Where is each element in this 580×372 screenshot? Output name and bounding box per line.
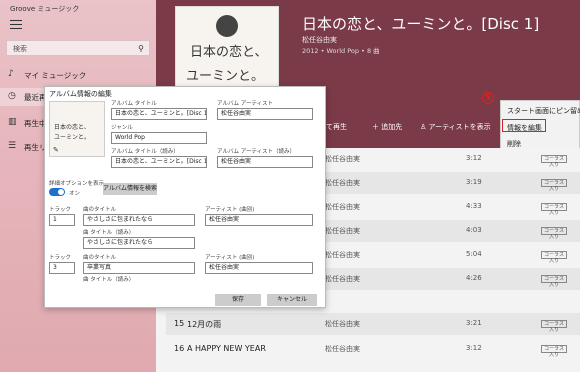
- clock-icon: ◷: [8, 91, 16, 101]
- track-title: A HAPPY NEW YEAR: [187, 344, 266, 353]
- dialog-title: アルバム情報の編集: [49, 90, 112, 98]
- song-title-label: 曲のタイトル: [83, 255, 117, 261]
- track-badge: コーラス入り: [541, 203, 567, 216]
- song-title-field[interactable]: 卒業写真: [83, 262, 195, 274]
- cancel-button[interactable]: キャンセル: [267, 294, 317, 306]
- save-button[interactable]: 保存: [215, 294, 261, 306]
- track-badge: コーラス入り: [541, 320, 567, 333]
- track-artist-field[interactable]: 松任谷由実: [205, 262, 313, 274]
- song-title-reading-label: 曲 タイトル（読み）: [83, 277, 135, 283]
- thumbnail-text-line2: ユーミンと。: [54, 134, 91, 141]
- track-badge: コーラス入り: [541, 251, 567, 264]
- track-artist-label: アーティスト (曲別): [205, 207, 255, 213]
- song-title-field[interactable]: やさしさに包まれたなら: [83, 214, 195, 226]
- album-meta: 2012 • World Pop • 8 曲: [302, 47, 380, 55]
- song-title-reading-field[interactable]: やさしさに包まれたなら: [83, 237, 195, 249]
- genre-label: ジャンル: [111, 125, 133, 131]
- album-artist-field[interactable]: 松任谷由実: [217, 108, 313, 120]
- track-duration: 4:03: [466, 226, 482, 234]
- table-row[interactable]: 16 A HAPPY NEW YEAR 松任谷由実 3:12 コーラス入り: [166, 338, 580, 360]
- highlight-box: [502, 119, 546, 132]
- track-number-label: トラック: [49, 255, 72, 261]
- step-number-badge: 5: [482, 92, 494, 104]
- table-row[interactable]: 15 12月の雨 松任谷由実 3:21 コーラス入り: [166, 313, 580, 335]
- track-duration: 4:33: [466, 202, 482, 210]
- track-number: 15: [174, 319, 185, 328]
- edit-album-info-dialog: アルバム情報の編集 日本の恋と、 ユーミンと。 ✎ アルバム タイトル 日本の恋…: [44, 86, 326, 308]
- album-artist-reading-field[interactable]: 松任谷由実: [217, 156, 313, 168]
- track-artist-label: アーティスト (曲別): [205, 255, 255, 261]
- track-duration: 3:19: [466, 178, 482, 186]
- track-number-label: トラック: [49, 207, 72, 213]
- album-title-reading-field[interactable]: 日本の恋と、ユーミンと。[Disc 1]: [111, 156, 207, 168]
- album-title-field[interactable]: 日本の恋と、ユーミンと。[Disc 1]: [111, 108, 207, 120]
- song-title-label: 曲のタイトル: [83, 207, 117, 213]
- hamburger-menu-icon[interactable]: [10, 20, 22, 30]
- toggle-state-label: オン: [69, 191, 81, 197]
- menu-item-pin-to-start[interactable]: スタート画面にピン留め: [507, 106, 580, 116]
- sidebar-item-my-music[interactable]: ♪ マイ ミュージック: [0, 66, 156, 84]
- track-title: 12月の雨: [187, 320, 222, 329]
- album-thumbnail[interactable]: 日本の恋と、 ユーミンと。 ✎: [49, 101, 105, 157]
- song-title-reading-label: 曲 タイトル（読み）: [83, 230, 135, 236]
- advanced-options-label: 詳細オプションを表示: [49, 181, 105, 187]
- track-duration: 3:12: [466, 154, 482, 162]
- search-icon[interactable]: ⚲: [138, 44, 144, 53]
- search-placeholder: 検索: [13, 45, 27, 53]
- track-badge: コーラス入り: [541, 275, 567, 288]
- track-artist: 松任谷由実: [325, 345, 360, 353]
- album-title: 日本の恋と、ユーミンと。[Disc 1]: [302, 15, 540, 33]
- add-to-button[interactable]: ＋ 追加先: [372, 122, 402, 132]
- edit-pencil-icon[interactable]: ✎: [53, 146, 59, 154]
- track-duration: 4:26: [466, 274, 482, 282]
- genre-field[interactable]: World Pop: [111, 132, 207, 144]
- track-badge: コーラス入り: [541, 345, 567, 358]
- search-input[interactable]: 検索 ⚲: [6, 40, 150, 56]
- list-icon: ☰: [8, 141, 17, 151]
- sidebar-item-label: マイ ミュージック: [24, 71, 87, 80]
- more-options-button[interactable]: ···: [484, 122, 491, 130]
- track-artist: 松任谷由実: [325, 155, 360, 163]
- album-title-reading-label: アルバム タイトル（読み）: [111, 149, 179, 155]
- track-number-field[interactable]: 1: [49, 214, 75, 226]
- track-duration: 3:21: [466, 319, 482, 327]
- track-artist: 松任谷由実: [325, 203, 360, 211]
- track-artist-field[interactable]: 松任谷由実: [205, 214, 313, 226]
- show-artist-label: アーティストを表示: [428, 123, 491, 131]
- cover-figure-icon: [216, 15, 238, 37]
- person-icon: ♙: [420, 123, 429, 131]
- advanced-options-toggle[interactable]: [49, 188, 65, 196]
- show-artist-button[interactable]: ♙ アーティストを表示: [420, 122, 491, 132]
- album-artist-link[interactable]: 松任谷由実: [302, 35, 337, 45]
- equalizer-icon: ▥: [8, 117, 17, 127]
- app-title: Groove ミュージック: [10, 5, 80, 13]
- album-title-label: アルバム タイトル: [111, 101, 157, 107]
- search-album-info-button[interactable]: アルバム情報を検索: [103, 183, 157, 195]
- track-number: 16: [174, 344, 185, 353]
- track-artist: 松任谷由実: [325, 251, 360, 259]
- track-artist: 松任谷由実: [325, 227, 360, 235]
- track-badge: コーラス入り: [541, 227, 567, 240]
- track-duration: 5:04: [466, 250, 482, 258]
- cover-text-line1: 日本の恋と、: [190, 45, 268, 60]
- album-artist-reading-label: アルバム アーティスト（読み）: [217, 149, 296, 155]
- cover-text-line2: ユーミンと。: [186, 69, 265, 84]
- track-duration: 3:12: [466, 344, 482, 352]
- track-artist: 松任谷由実: [325, 275, 360, 283]
- track-number-field[interactable]: 3: [49, 262, 75, 274]
- play-button[interactable]: て再生: [326, 122, 347, 132]
- track-artist: 松任谷由実: [325, 320, 360, 328]
- album-artist-label: アルバム アーティスト: [217, 101, 274, 107]
- track-badge: コーラス入り: [541, 179, 567, 192]
- track-artist: 松任谷由実: [325, 179, 360, 187]
- thumbnail-text-line1: 日本の恋と、: [54, 124, 90, 131]
- music-note-icon: ♪: [8, 69, 14, 79]
- track-badge: コーラス入り: [541, 155, 567, 168]
